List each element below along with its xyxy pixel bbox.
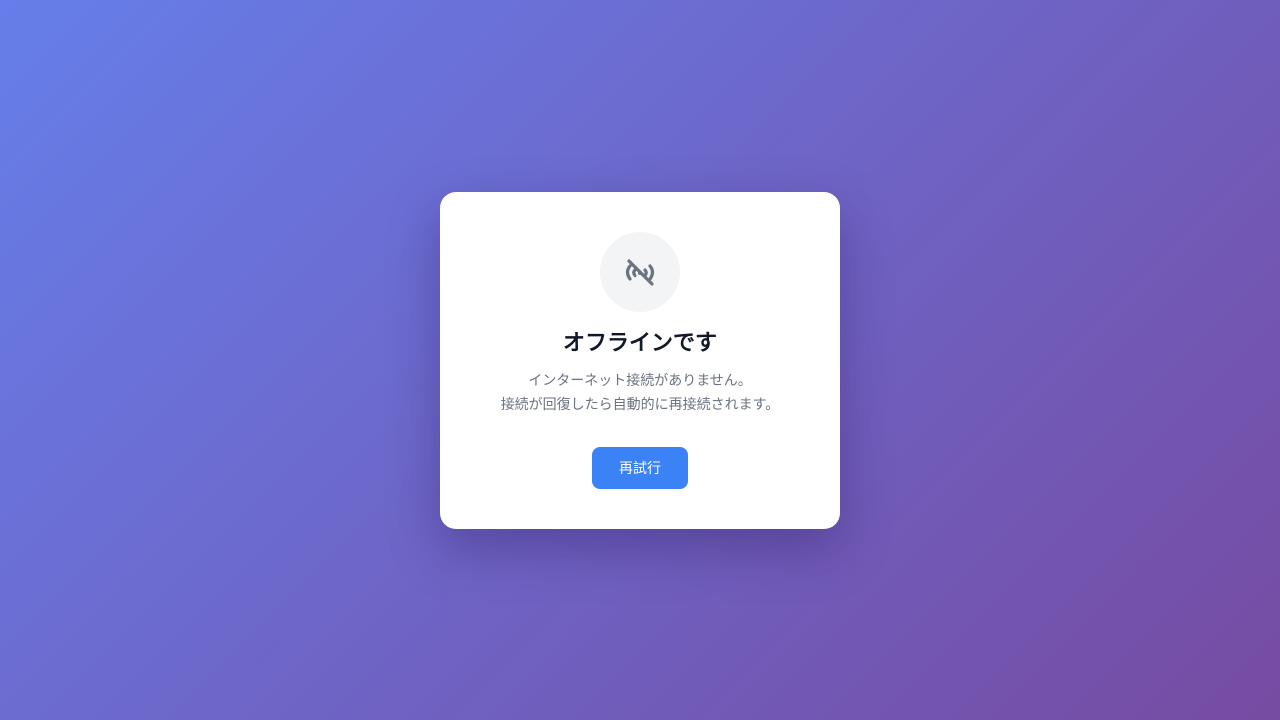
dialog-message: インターネット接続がありません。 接続が回復したら自動的に再接続されます。 — [440, 369, 840, 417]
wifi-off-icon — [625, 259, 655, 286]
message-line-2: 接続が回復したら自動的に再接続されます。 — [500, 397, 780, 413]
message-line-1: インターネット接続がありません。 — [528, 373, 752, 389]
offline-dialog: オフラインです インターネット接続がありません。 接続が回復したら自動的に再接続… — [440, 192, 840, 529]
dialog-title: オフラインです — [562, 331, 717, 356]
icon-badge — [600, 232, 680, 312]
retry-button[interactable]: 再試行 — [592, 447, 688, 489]
